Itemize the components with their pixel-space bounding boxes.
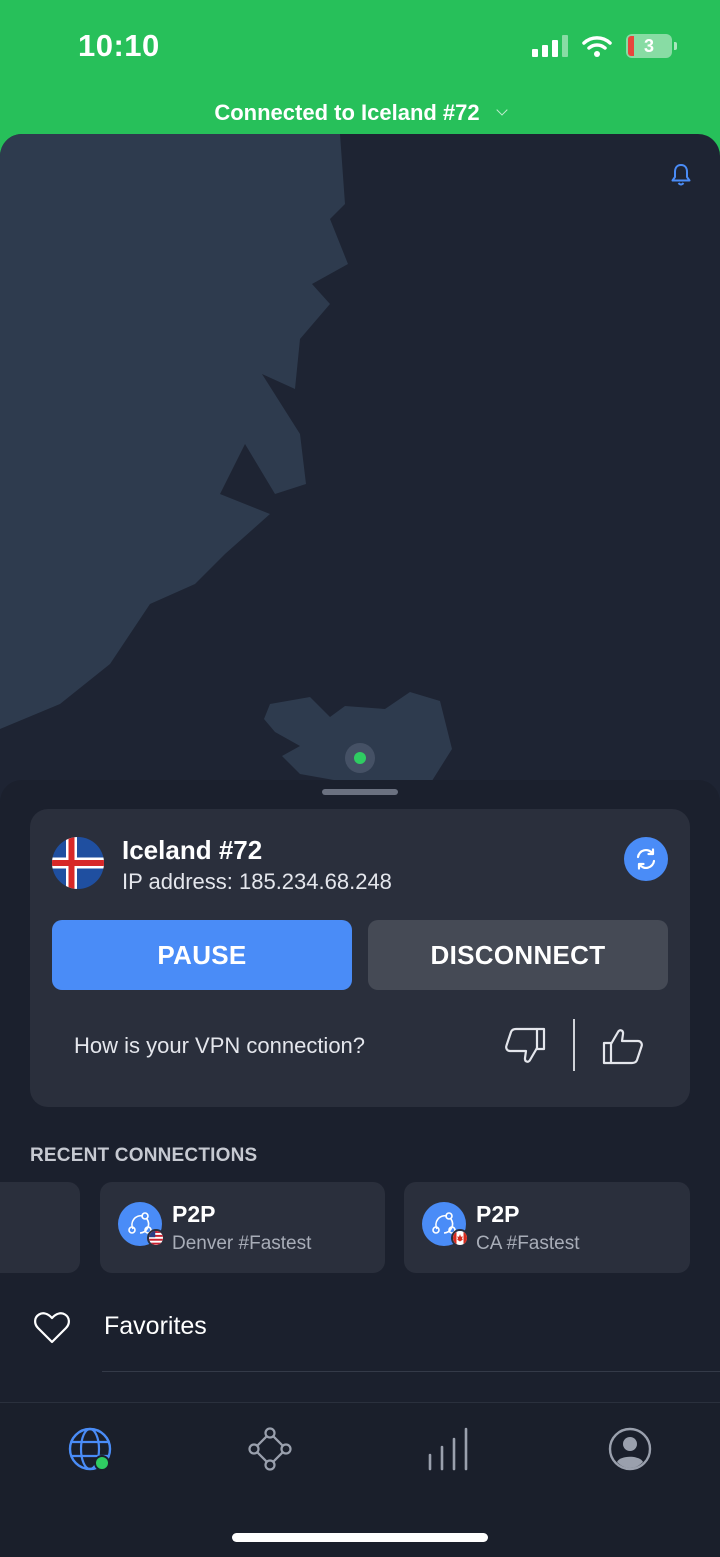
battery-icon: 3	[626, 34, 677, 58]
refresh-icon	[636, 848, 656, 870]
status-icons: 3	[532, 34, 677, 58]
globe-icon[interactable]	[66, 1425, 114, 1473]
wifi-icon	[582, 36, 612, 57]
cellular-signal-icon	[532, 35, 568, 57]
connected-server-pin[interactable]	[345, 743, 375, 773]
favorites-row[interactable]: Favorites	[0, 1298, 720, 1374]
recent-connection-card-partial[interactable]	[0, 1182, 80, 1273]
connection-status-text: Connected to Iceland #72	[214, 100, 480, 125]
recent-connection-card[interactable]: P2P Denver #Fastest	[100, 1182, 385, 1273]
server-map[interactable]	[0, 134, 720, 814]
recent-connection-location: CA #Fastest	[476, 1233, 580, 1254]
sheet-drag-handle[interactable]	[322, 789, 398, 795]
recent-connection-location: Denver #Fastest	[172, 1233, 312, 1254]
recent-connection-name: P2P	[172, 1201, 216, 1227]
home-indicator	[232, 1533, 488, 1542]
server-name: Iceland #72	[122, 835, 263, 865]
thumbs-up-icon[interactable]	[600, 1023, 646, 1069]
stats-icon[interactable]	[426, 1425, 474, 1473]
list-divider	[102, 1371, 720, 1372]
recent-connection-card[interactable]: P2P CA #Fastest	[404, 1182, 690, 1273]
us-flag-icon	[147, 1229, 165, 1247]
meshnet-icon[interactable]	[246, 1425, 294, 1473]
pause-button[interactable]: PAUSE	[52, 920, 352, 990]
ip-address: IP address: 185.234.68.248	[122, 869, 392, 894]
connection-status-banner[interactable]: Connected to Iceland #72	[0, 100, 720, 126]
bottom-tab-bar	[0, 1402, 720, 1557]
map-landmass	[0, 134, 452, 784]
connection-card: Iceland #72 IP address: 185.234.68.248 P…	[30, 809, 690, 1107]
recent-connections-heading: RECENT CONNECTIONS	[30, 1145, 258, 1166]
feedback-divider	[573, 1019, 575, 1071]
profile-icon[interactable]	[606, 1425, 654, 1473]
battery-level: 3	[643, 36, 654, 56]
heart-icon	[34, 1312, 70, 1344]
favorites-label: Favorites	[104, 1312, 207, 1340]
chevron-down-icon	[495, 104, 508, 116]
canada-flag-icon	[451, 1229, 469, 1247]
reconnect-button[interactable]	[624, 837, 668, 881]
notification-bell-icon[interactable]	[668, 162, 694, 188]
thumbs-down-icon[interactable]	[502, 1023, 548, 1069]
feedback-question: How is your VPN connection?	[74, 1033, 366, 1058]
disconnect-button[interactable]: DISCONNECT	[368, 920, 668, 990]
iceland-flag-icon	[52, 837, 104, 889]
app-screen: 10:10 3 Connected to Iceland #72 Iceland…	[0, 0, 720, 1557]
recent-connection-name: P2P	[476, 1201, 520, 1227]
status-time: 10:10	[78, 28, 160, 63]
